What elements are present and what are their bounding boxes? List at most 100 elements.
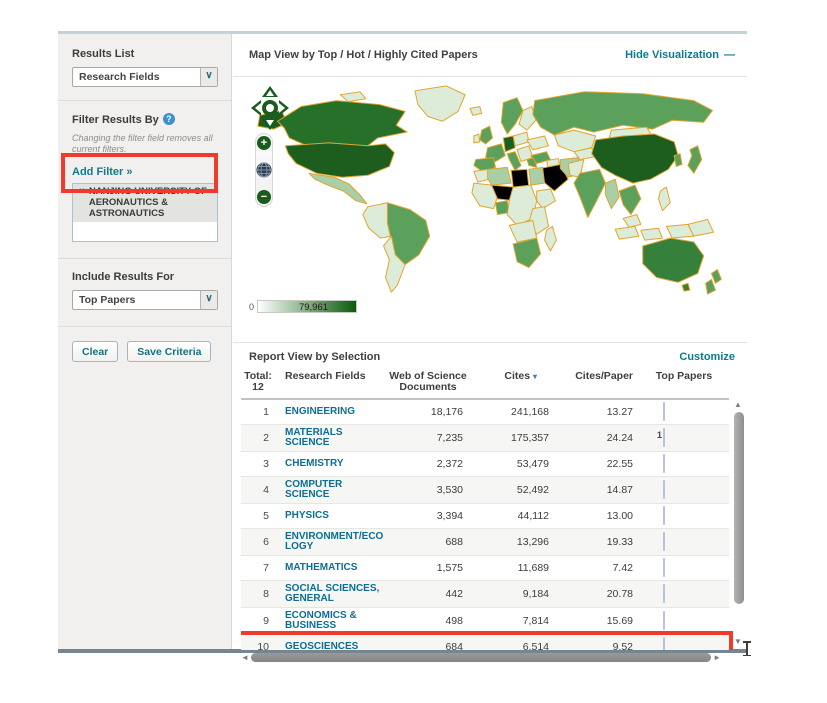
active-filter-item[interactable]: × NANJING UNIVERSITY OF AERONAUTICS & AS… <box>73 184 217 222</box>
table-row[interactable]: 8 SOCIAL SCIENCES, GENERAL 442 9,184 20.… <box>241 581 729 608</box>
legend-gradient-bar: 79,961 <box>257 300 357 313</box>
scroll-down-icon[interactable]: ▼ <box>734 637 742 646</box>
zoom-in-button[interactable]: + <box>257 136 271 150</box>
hide-visualization-link[interactable]: Hide Visualization — <box>625 49 735 61</box>
row-field-link[interactable]: COMPUTER SCIENCE <box>275 480 387 500</box>
collapse-icon[interactable]: — <box>724 49 735 61</box>
column-header-cites-per-paper: Cites/Paper <box>555 371 639 393</box>
report-table: Total: 12 Research Fields Web of Science… <box>241 367 747 650</box>
report-title: Report View by Selection <box>249 351 380 363</box>
horizontal-scrollbar-thumb[interactable] <box>251 653 711 662</box>
row-field-link[interactable]: ECONOMICS & BUSINESS <box>275 611 387 631</box>
legend-max-value: 79,961 <box>299 302 328 313</box>
scroll-up-icon[interactable]: ▲ <box>734 400 742 409</box>
top-papers-bar-track: 1 <box>663 428 665 447</box>
chevron-down-icon[interactable]: ∨ <box>200 291 217 309</box>
table-row[interactable]: 7 MATHEMATICS 1,575 11,689 7.42 <box>241 556 729 581</box>
row-field-link[interactable]: MATHEMATICS <box>275 563 387 573</box>
row-cites: 44,112 <box>469 510 555 522</box>
top-papers-bar-label: 1 <box>657 404 662 414</box>
row-field-link[interactable]: GEOSCIENCES <box>275 642 387 650</box>
scroll-left-icon[interactable]: ◄ <box>241 653 249 662</box>
horizontal-scrollbar[interactable]: ◄ ► <box>241 652 729 664</box>
help-icon[interactable]: ? <box>163 113 175 125</box>
table-row[interactable]: 5 PHYSICS 3,394 44,112 13.00 <box>241 504 729 529</box>
table-row[interactable]: 10 GEOSCIENCES 684 6,514 9.52 <box>241 635 729 650</box>
world-map[interactable] <box>247 81 741 299</box>
row-cites-per-paper: 13.00 <box>555 510 639 522</box>
map-title: Map View by Top / Hot / Highly Cited Pap… <box>249 49 478 61</box>
include-results-select[interactable]: Top Papers ∨ <box>72 290 218 310</box>
table-row[interactable]: 9 ECONOMICS & BUSINESS 498 7,814 15.69 <box>241 608 729 635</box>
row-field-link[interactable]: SOCIAL SCIENCES, GENERAL <box>275 584 387 604</box>
row-field-link[interactable]: CHEMISTRY <box>275 459 387 469</box>
include-results-heading: Include Results For <box>72 271 217 283</box>
zoom-out-button[interactable]: − <box>257 190 271 204</box>
top-papers-bar-track <box>663 506 665 525</box>
column-header-documents: Web of Science Documents <box>387 371 469 393</box>
column-header-cites-sortable[interactable]: Cites ▾ <box>469 371 555 393</box>
chevron-down-icon[interactable]: ∨ <box>200 68 217 86</box>
row-cites-per-paper: 19.33 <box>555 536 639 548</box>
top-papers-bar-cell <box>639 481 729 499</box>
customize-link[interactable]: Customize <box>679 351 735 363</box>
include-results-selected-value: Top Papers <box>79 294 135 306</box>
table-row[interactable]: 4 COMPUTER SCIENCE 3,530 52,492 14.87 <box>241 477 729 504</box>
results-list-select[interactable]: Research Fields ∨ <box>72 67 218 87</box>
clear-button[interactable]: Clear <box>72 341 118 362</box>
map-legend: 0 79,961 <box>249 300 357 313</box>
cites-label: Cites <box>504 370 530 382</box>
top-papers-bar-cell: 1 <box>639 429 729 447</box>
add-filter-link[interactable]: Add Filter » <box>72 166 133 178</box>
hide-visualization-label[interactable]: Hide Visualization <box>625 49 719 61</box>
row-field-link[interactable]: MATERIALS SCIENCE <box>275 428 387 448</box>
map-section-header: Map View by Top / Hot / Highly Cited Pap… <box>233 34 747 77</box>
active-filters-listbox[interactable]: × NANJING UNIVERSITY OF AERONAUTICS & AS… <box>72 183 218 242</box>
table-row[interactable]: 6 ENVIRONMENT/ECOLOGY 688 13,296 19.33 <box>241 529 729 556</box>
row-cites: 9,184 <box>469 588 555 600</box>
globe-icon[interactable] <box>256 162 272 178</box>
content-panel: Results List Research Fields ∨ Filter Re… <box>58 31 747 653</box>
map-pan-control[interactable] <box>249 85 291 131</box>
table-row[interactable]: 3 CHEMISTRY 2,372 53,479 22.55 <box>241 452 729 477</box>
row-documents: 684 <box>387 641 469 650</box>
top-papers-bar-cell: 1 <box>639 403 729 421</box>
scroll-right-icon[interactable]: ► <box>713 653 721 662</box>
row-documents: 688 <box>387 536 469 548</box>
row-cites-per-paper: 13.27 <box>555 406 639 418</box>
active-filter-label: NANJING UNIVERSITY OF AERONAUTICS & ASTR… <box>89 186 213 219</box>
report-section-header: Report View by Selection Customize <box>233 342 747 367</box>
remove-filter-icon[interactable]: × <box>79 186 85 219</box>
row-cites: 13,296 <box>469 536 555 548</box>
table-row[interactable]: 1 ENGINEERING 18,176 241,168 13.27 1 <box>241 400 729 425</box>
top-papers-bar-cell <box>639 455 729 473</box>
top-papers-bar-cell <box>639 559 729 577</box>
row-rank: 1 <box>241 406 275 418</box>
row-rank: 9 <box>241 615 275 627</box>
row-rank: 8 <box>241 588 275 600</box>
results-list-heading: Results List <box>72 48 217 60</box>
row-field-link[interactable]: PHYSICS <box>275 511 387 521</box>
save-criteria-button[interactable]: Save Criteria <box>127 341 211 362</box>
vertical-scrollbar-thumb[interactable] <box>734 412 744 604</box>
row-cites-per-paper: 14.87 <box>555 484 639 496</box>
top-papers-bar-track <box>663 454 665 473</box>
row-rank: 6 <box>241 536 275 548</box>
row-field-link[interactable]: ENVIRONMENT/ECOLOGY <box>275 532 387 552</box>
row-cites: 175,357 <box>469 432 555 444</box>
total-value: 12 <box>241 382 275 393</box>
map-visualization: + − 0 <box>233 77 747 342</box>
vertical-scrollbar[interactable]: ▲ ▼ <box>732 400 745 648</box>
row-field-link[interactable]: ENGINEERING <box>275 407 387 417</box>
row-cites: 53,479 <box>469 458 555 470</box>
sidebar-actions: Clear Save Criteria <box>72 341 217 362</box>
results-list-selected-value: Research Fields <box>79 71 160 83</box>
sidebar-divider <box>58 326 231 327</box>
row-cites: 241,168 <box>469 406 555 418</box>
top-papers-bar-track <box>663 480 665 499</box>
row-cites-per-paper: 22.55 <box>555 458 639 470</box>
top-papers-bar-track <box>663 558 665 577</box>
top-papers-bar-cell <box>639 638 729 650</box>
table-row[interactable]: 2 MATERIALS SCIENCE 7,235 175,357 24.24 … <box>241 425 729 452</box>
column-header-research-fields: Research Fields <box>275 371 387 393</box>
